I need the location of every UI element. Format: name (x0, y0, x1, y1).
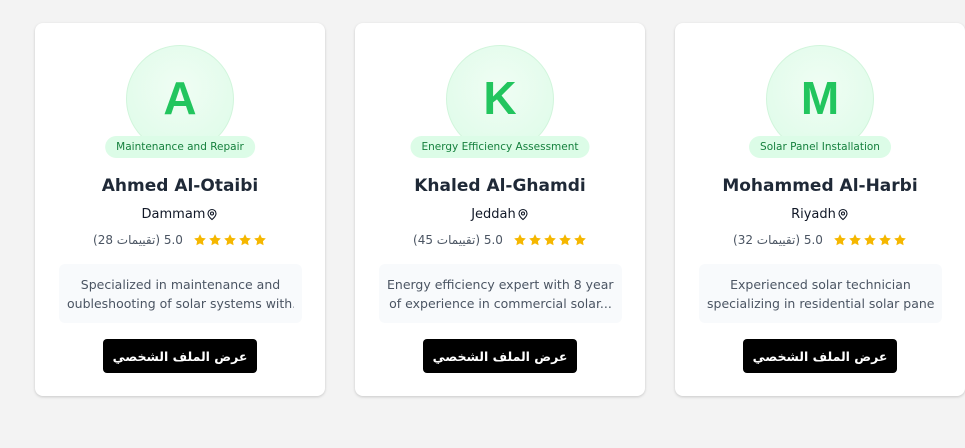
description-line: of experience in commercial solar... (389, 296, 612, 311)
view-profile-button[interactable]: عرض الملف الشخصي (423, 339, 577, 373)
star-icon (254, 234, 266, 246)
star-icon (849, 234, 861, 246)
star-rating (833, 233, 907, 247)
rating-row: (45 تقييمات) 5.0 (355, 233, 645, 247)
specialty-badge: Energy Efficiency Assessment (410, 136, 590, 158)
star-icon (194, 234, 206, 246)
rating-value: 5.0 (483, 233, 503, 247)
description-line: oubleshooting of solar systems with... (67, 296, 294, 311)
description-box: Energy efficiency expert with 8 years of… (379, 264, 622, 323)
map-pin-icon (207, 208, 218, 221)
map-pin-icon (518, 208, 528, 221)
city-label: Riyadh (791, 207, 836, 222)
specialty-badge: Solar Panel Installation (749, 136, 891, 158)
review-count: (32 تقييمات) (733, 233, 801, 247)
review-count: (45 تقييمات) (413, 233, 481, 247)
star-icon (574, 234, 586, 246)
description-line: Experienced solar technician (730, 277, 911, 292)
description-box: Specialized in maintenance and oubleshoo… (59, 264, 302, 323)
view-profile-button[interactable]: عرض الملف الشخصي (743, 339, 897, 373)
city-label: Jeddah (471, 207, 516, 222)
technician-card: M Solar Panel Installation Mohammed Al-H… (675, 23, 965, 396)
technician-name: Ahmed Al-Otaibi (101, 176, 259, 196)
technician-name: Khaled Al-Ghamdi (414, 176, 586, 196)
star-icon (529, 234, 541, 246)
map-pin-icon (838, 208, 848, 221)
star-icon (879, 234, 891, 246)
avatar-initial: K (483, 72, 517, 124)
star-rating (513, 233, 587, 247)
star-rating (193, 233, 267, 247)
description-line: specializing in residential solar panel. (707, 296, 934, 311)
star-icon (239, 234, 251, 246)
avatar-initial: A (163, 72, 197, 124)
city-label: Dammam (141, 207, 206, 222)
technician-name: Mohammed Al-Harbi (722, 176, 918, 196)
review-count: (28 تقييمات) (93, 233, 161, 247)
star-icon (224, 234, 236, 246)
location: Riyadh (675, 207, 965, 222)
rating-row: (28 تقييمات) 5.0 (35, 233, 325, 247)
rating-value: 5.0 (803, 233, 823, 247)
star-icon (209, 234, 221, 246)
star-icon (864, 234, 876, 246)
technician-card: A Maintenance and Repair Ahmed Al-Otaibi… (35, 23, 325, 396)
star-icon (559, 234, 571, 246)
description-line: Energy efficiency expert with 8 years (387, 277, 614, 292)
star-icon (544, 234, 556, 246)
star-icon (834, 234, 846, 246)
location: Dammam (35, 207, 325, 222)
star-icon (514, 234, 526, 246)
specialty-badge: Maintenance and Repair (105, 136, 255, 158)
view-profile-button[interactable]: عرض الملف الشخصي (103, 339, 257, 373)
rating-value: 5.0 (163, 233, 183, 247)
avatar-initial: M (800, 72, 840, 124)
description-box: Experienced solar technician specializin… (699, 264, 942, 323)
technician-card: K Energy Efficiency Assessment Khaled Al… (355, 23, 645, 396)
rating-row: (32 تقييمات) 5.0 (675, 233, 965, 247)
location: Jeddah (355, 207, 645, 222)
star-icon (894, 234, 906, 246)
description-line: Specialized in maintenance and (80, 277, 281, 292)
